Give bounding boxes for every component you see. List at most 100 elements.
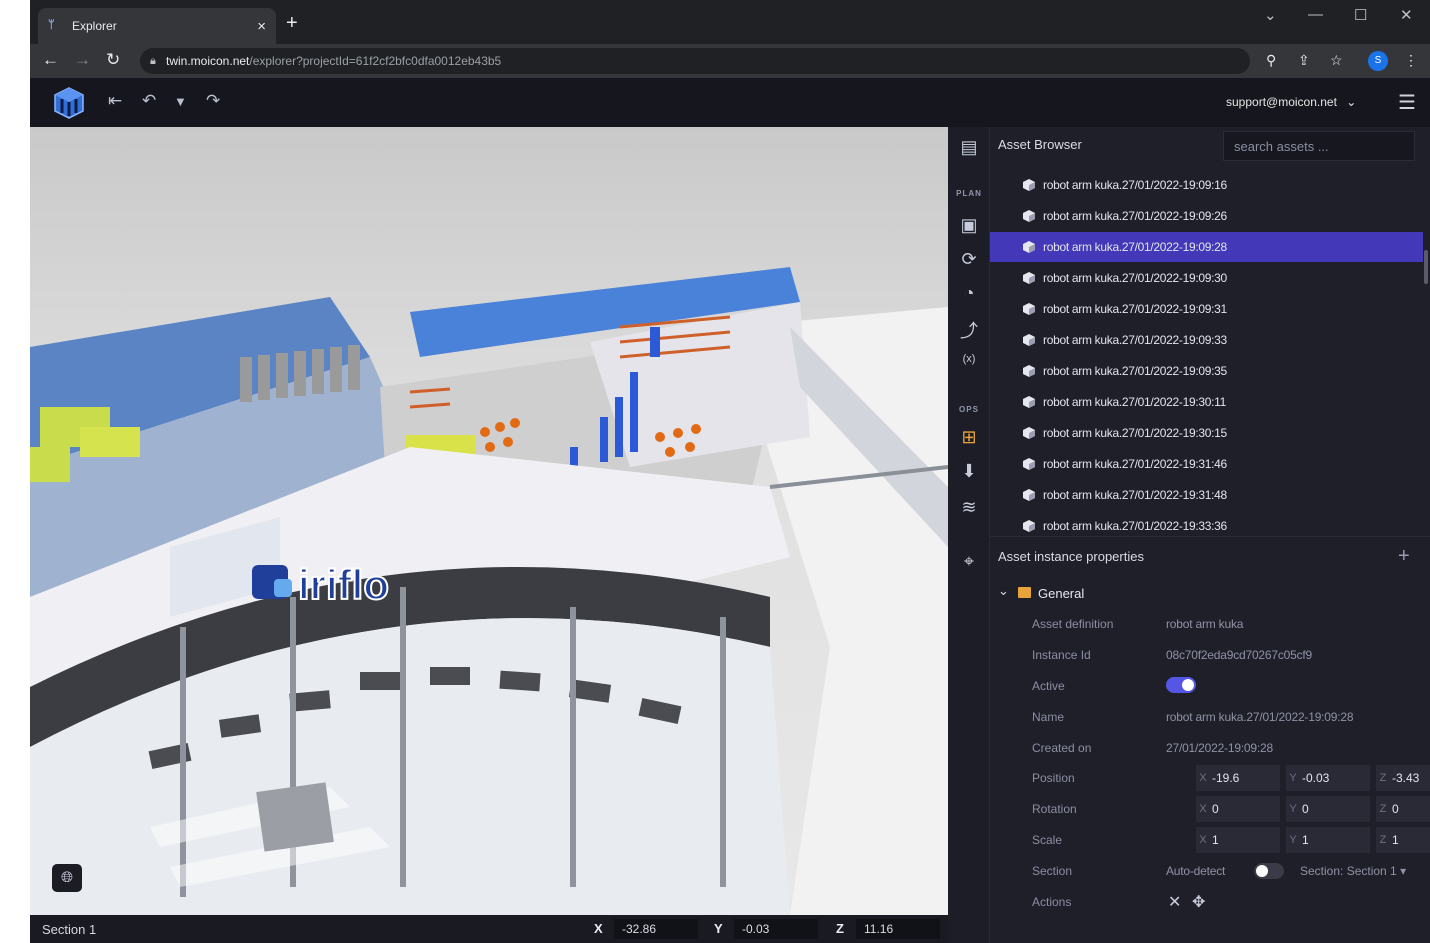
delete-icon[interactable]: ✕ (1168, 892, 1181, 912)
prop-label: Position (1032, 771, 1075, 785)
side-panel: Asset Browser robot arm kuka.27/01/2022-… (990, 127, 1430, 943)
prop-label: Asset definition (1032, 617, 1114, 631)
asset-list-item[interactable]: robot arm kuka.27/01/2022-19:33:36 (990, 511, 1423, 536)
asset-list-item[interactable]: robot arm kuka.27/01/2022-19:30:11 (990, 387, 1423, 417)
share-icon[interactable]: ⇪ (1298, 52, 1310, 69)
asset-browser-title: Asset Browser (998, 137, 1082, 152)
dropdown-icon[interactable]: ▼ (174, 94, 187, 109)
wifi-icon[interactable]: ≋ (948, 497, 990, 518)
layers-icon[interactable]: ▤ (948, 137, 990, 158)
add-folder-icon[interactable]: ▣ (948, 215, 990, 236)
asset-list-item[interactable]: robot arm kuka.27/01/2022-19:31:48 (990, 480, 1423, 510)
factory-scene: iriflo (30, 267, 948, 915)
position-x-field[interactable]: X -19.6 (1196, 765, 1280, 791)
browser-menu-icon[interactable]: ⋮ (1404, 52, 1418, 69)
move-icon[interactable]: ✥ (1192, 892, 1205, 912)
vector-value: -0.03 (1302, 771, 1330, 785)
user-menu[interactable]: support@moicon.net ⌄ (1226, 95, 1356, 109)
vector-value: 1 (1212, 833, 1219, 847)
asset-list-item[interactable]: robot arm kuka.27/01/2022-19:09:16 (990, 170, 1423, 200)
prop-label: Name (1032, 710, 1065, 724)
reload-icon[interactable]: ↻ (106, 50, 120, 70)
auto-detect-toggle[interactable] (1254, 863, 1284, 879)
coord-y-value: -0.03 (734, 919, 818, 939)
asset-item-label: robot arm kuka.27/01/2022-19:09:31 (1043, 302, 1227, 316)
profile-avatar[interactable]: S (1368, 51, 1388, 71)
chevron-down-icon: ⌄ (998, 583, 1009, 598)
plan-section-label: PLAN (956, 189, 982, 198)
close-window-button[interactable]: ✕ (1400, 6, 1413, 24)
prop-section: Section Auto-detect Section: Section 1 ▾ (990, 856, 1430, 886)
asset-list-item[interactable]: robot arm kuka.27/01/2022-19:09:26 (990, 201, 1423, 231)
asset-item-label: robot arm kuka.27/01/2022-19:30:15 (1043, 426, 1227, 440)
scale-x-field[interactable]: X1 (1196, 827, 1280, 853)
undo-icon[interactable]: ↶ (142, 91, 156, 111)
axis-label: Y (1289, 772, 1297, 784)
zoom-icon[interactable]: ⚲ (1266, 52, 1276, 69)
sensor-icon[interactable]: ⬇ (948, 461, 990, 482)
tab-search-icon[interactable]: ⌄ (1264, 6, 1277, 24)
favicon-icon: ᛘ (48, 19, 55, 31)
3d-viewport[interactable]: iriflo 🌐︎ (30, 127, 948, 915)
position-z-field[interactable]: Z -3.43 (1376, 765, 1430, 791)
axis-label: X (1199, 803, 1207, 815)
scale-z-field[interactable]: Z1 (1376, 827, 1430, 853)
browser-tab[interactable]: ᛘ Explorer × (38, 8, 276, 44)
coord-y-label: Y (714, 921, 723, 936)
asset-list-item[interactable]: robot arm kuka.27/01/2022-19:30:15 (990, 418, 1423, 448)
general-group-header[interactable]: ⌄ General (990, 579, 1430, 607)
hierarchy-icon[interactable]: ⊞ (948, 427, 990, 448)
cube-icon (1023, 303, 1035, 315)
active-toggle[interactable] (1166, 677, 1196, 693)
bookmark-star-icon[interactable]: ☆ (1330, 52, 1343, 69)
maximize-button[interactable]: ☐ (1354, 6, 1367, 24)
rotation-z-field[interactable]: Z0 (1376, 796, 1430, 822)
address-bar[interactable]: 🔒︎ twin.moicon.net /explorer?projectId=6… (140, 48, 1250, 74)
rotation-y-field[interactable]: Y0 (1286, 796, 1370, 822)
redo-icon[interactable]: ↷ (206, 91, 220, 111)
url-path: /explorer?projectId=61f2cf2bfc0dfa0012eb… (249, 54, 502, 68)
viewport-statusbar: Section 1 X -32.86 Y -0.03 Z 11.16 (30, 915, 948, 943)
hamburger-menu-icon[interactable]: ☰ (1398, 90, 1416, 115)
asset-list-item[interactable]: robot arm kuka.27/01/2022-19:09:30 (990, 263, 1423, 293)
new-tab-button[interactable]: + (286, 12, 298, 35)
app-header: ⇤ ↶ ▼ ↷ support@moicon.net ⌄ ☰ (30, 78, 1430, 127)
add-property-button[interactable]: + (1398, 545, 1410, 568)
back-icon[interactable]: ← (42, 50, 59, 70)
location-icon[interactable]: ⌖ (948, 551, 990, 572)
scale-y-field[interactable]: Y1 (1286, 827, 1370, 853)
axis-label: X (1199, 772, 1207, 784)
prop-name: Name robot arm kuka.27/01/2022-19:09:28 (990, 702, 1430, 732)
asset-list-item[interactable]: robot arm kuka.27/01/2022-19:09:35 (990, 356, 1423, 386)
position-y-field[interactable]: Y -0.03 (1286, 765, 1370, 791)
exit-icon[interactable]: ⇤ (108, 91, 122, 111)
forward-icon[interactable]: → (74, 50, 91, 70)
rotation-x-field[interactable]: X0 (1196, 796, 1280, 822)
section-dropdown[interactable]: Section: Section 1 ▾ (1300, 864, 1406, 878)
moicon-logo-icon[interactable] (52, 86, 86, 120)
asset-item-label: robot arm kuka.27/01/2022-19:09:33 (1043, 333, 1227, 347)
pie-chart-icon[interactable]: ◔ (948, 283, 990, 304)
asset-list-item[interactable]: robot arm kuka.27/01/2022-19:09:33 (990, 325, 1423, 355)
path-icon[interactable]: ⤴ (948, 317, 990, 343)
globe-icon[interactable]: 🌐︎ (52, 864, 82, 892)
minimize-button[interactable]: — (1308, 6, 1323, 23)
variable-icon[interactable]: (x) (948, 353, 990, 365)
asset-list-item[interactable]: robot arm kuka.27/01/2022-19:09:31 (990, 294, 1423, 324)
caret-down-icon: ▾ (1400, 864, 1407, 878)
asset-list-item-selected[interactable]: robot arm kuka.27/01/2022-19:09:28 (990, 232, 1423, 262)
asset-item-label: robot arm kuka.27/01/2022-19:30:11 (1043, 395, 1227, 409)
axis-label: X (1199, 834, 1207, 846)
asset-list-scrollbar[interactable] (1424, 250, 1428, 284)
tab-close-icon[interactable]: × (257, 18, 266, 35)
vector-value: 0 (1302, 802, 1309, 816)
prop-scale: Scale X1 Y1 Z1 (990, 825, 1430, 855)
prop-label: Active (1032, 679, 1065, 693)
sync-icon[interactable]: ⟳ (948, 249, 990, 270)
asset-search-input[interactable] (1223, 131, 1415, 161)
prop-position: Position X -19.6 Y -0.03 Z -3.43 (990, 763, 1430, 793)
axis-label: Y (1289, 803, 1297, 815)
vector-value: 0 (1212, 802, 1219, 816)
name-field[interactable]: robot arm kuka.27/01/2022-19:09:28 (1166, 710, 1354, 724)
asset-list-item[interactable]: robot arm kuka.27/01/2022-19:31:46 (990, 449, 1423, 479)
